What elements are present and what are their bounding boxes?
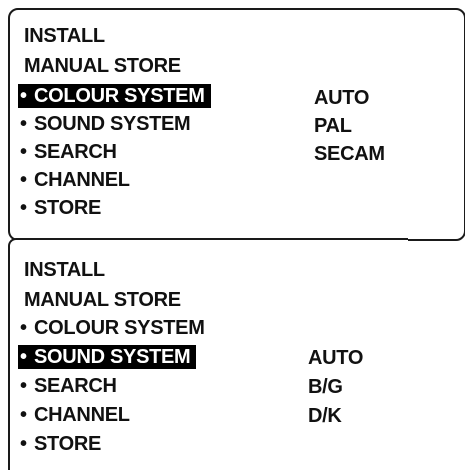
menu-subtitle: MANUAL STORE — [24, 55, 181, 77]
bullet-icon: • — [20, 197, 27, 219]
menu-item-label: CHANNEL — [34, 169, 130, 191]
bullet-icon: • — [20, 141, 27, 163]
menu-item-store[interactable]: • STORE — [18, 196, 107, 220]
bullet-icon: • — [20, 169, 27, 191]
sound-option-auto[interactable]: AUTO — [308, 346, 363, 370]
sound-option-dk[interactable]: D/K — [308, 404, 342, 428]
colour-option-pal[interactable]: PAL — [314, 114, 352, 138]
bullet-icon: • — [20, 375, 27, 397]
menu-item-colour-system[interactable]: • COLOUR SYSTEM — [18, 84, 211, 108]
menu-item-colour-system[interactable]: • COLOUR SYSTEM — [18, 316, 211, 340]
bullet-icon: • — [20, 85, 27, 107]
sound-option-bg[interactable]: B/G — [308, 375, 343, 399]
menu-item-channel[interactable]: • CHANNEL — [18, 168, 136, 192]
menu-item-sound-system[interactable]: • SOUND SYSTEM — [18, 112, 196, 136]
menu-title: INSTALL — [24, 259, 105, 281]
menu-item-label: COLOUR SYSTEM — [34, 317, 205, 339]
menu-item-store[interactable]: • STORE — [18, 432, 107, 456]
menu-item-label: STORE — [34, 433, 102, 455]
menu-subtitle: MANUAL STORE — [24, 289, 181, 311]
menu-item-label: COLOUR SYSTEM — [34, 85, 205, 107]
colour-option-secam[interactable]: SECAM — [314, 142, 385, 166]
menu-item-search[interactable]: • SEARCH — [18, 140, 123, 164]
colour-option-auto[interactable]: AUTO — [314, 86, 369, 110]
menu-title: INSTALL — [24, 25, 105, 47]
tv-menu-panel-sound-system: INSTALL MANUAL STORE • COLOUR SYSTEM • SOU… — [8, 238, 408, 470]
tv-menu-panel-colour-system: INSTALL MANUAL STORE • COLOUR SYSTEM • SOU… — [8, 8, 465, 241]
menu-item-label: CHANNEL — [34, 404, 130, 426]
menu-item-search[interactable]: • SEARCH — [18, 374, 123, 398]
bullet-icon: • — [20, 346, 27, 368]
menu-item-label: SOUND SYSTEM — [34, 113, 191, 135]
menu-item-label: SOUND SYSTEM — [34, 346, 191, 368]
bullet-icon: • — [20, 433, 27, 455]
menu-item-sound-system[interactable]: • SOUND SYSTEM — [18, 345, 197, 369]
bullet-icon: • — [20, 404, 27, 426]
menu-item-channel[interactable]: • CHANNEL — [18, 403, 136, 427]
menu-item-label: SEARCH — [34, 375, 117, 397]
bullet-icon: • — [20, 113, 27, 135]
bullet-icon: • — [20, 317, 27, 339]
menu-item-label: SEARCH — [34, 141, 117, 163]
menu-item-label: STORE — [34, 197, 102, 219]
